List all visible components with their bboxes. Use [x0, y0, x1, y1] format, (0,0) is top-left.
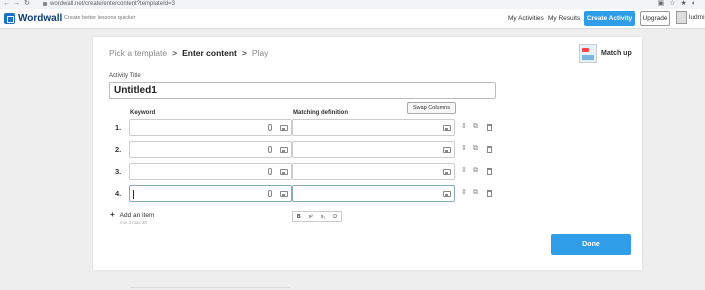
chevron-right-icon: >: [172, 48, 178, 58]
keyword-column-header: Keyword: [130, 110, 156, 116]
format-toolbar: B x² x₂ Ω: [292, 211, 342, 222]
row-number: 3.: [115, 167, 122, 176]
my-activities-link[interactable]: My Activities: [508, 15, 544, 22]
reorder-icon[interactable]: ⇕: [461, 122, 467, 132]
duplicate-icon[interactable]: ⧉: [473, 166, 478, 176]
add-item-button[interactable]: + Add an item: [110, 210, 154, 219]
breadcrumb: Pick a template > Enter content > Play: [109, 48, 268, 58]
microphone-icon[interactable]: [268, 124, 272, 131]
definition-input[interactable]: [292, 141, 455, 158]
create-activity-button[interactable]: Create Activity: [584, 11, 635, 26]
definition-input[interactable]: [292, 119, 455, 136]
template-name: Match up: [601, 50, 632, 57]
step-pick-template[interactable]: Pick a template: [109, 48, 167, 58]
definition-input[interactable]: [292, 163, 455, 180]
subscript-button[interactable]: x₂: [321, 214, 325, 220]
reorder-icon[interactable]: ⇕: [461, 144, 467, 154]
row-number: 2.: [115, 145, 122, 154]
reload-icon[interactable]: ↻: [24, 0, 30, 8]
keyword-input[interactable]: [129, 163, 292, 180]
image-icon[interactable]: [280, 191, 288, 197]
image-icon[interactable]: [443, 147, 451, 153]
bold-button[interactable]: B: [297, 214, 301, 220]
my-results-link[interactable]: My Results: [548, 15, 580, 22]
template-indicator[interactable]: Match up: [579, 44, 632, 63]
logo-text: Wordwall: [18, 13, 63, 24]
text-caret: [133, 190, 134, 199]
divider: [130, 287, 290, 288]
editor-card: Pick a template > Enter content > Play M…: [93, 37, 642, 270]
avatar: [676, 11, 687, 24]
wordwall-logo[interactable]: Wordwall: [4, 13, 62, 24]
forward-arrow-icon[interactable]: →: [13, 0, 20, 8]
image-icon[interactable]: [280, 125, 288, 131]
delete-icon[interactable]: [487, 168, 492, 175]
address-bar[interactable]: wordwall.net/create/entercontent?templat…: [50, 0, 175, 8]
browser-extension-icons[interactable]: ▣☆★◐: [658, 0, 701, 8]
reorder-icon[interactable]: ⇕: [461, 188, 467, 198]
image-icon[interactable]: [443, 191, 451, 197]
image-icon[interactable]: [443, 169, 451, 175]
top-navigation: Wordwall Create better lessons quicker M…: [0, 9, 705, 29]
superscript-button[interactable]: x²: [309, 214, 313, 220]
item-row-2: 2. ⇕ ⧉: [115, 141, 505, 158]
tagline: Create better lessons quicker: [64, 15, 136, 21]
symbol-button[interactable]: Ω: [333, 214, 337, 220]
duplicate-icon[interactable]: ⧉: [473, 188, 478, 198]
row-number: 1.: [115, 123, 122, 132]
browser-bar: ← → ↻ wordwall.net/create/entercontent?t…: [0, 0, 705, 9]
back-arrow-icon[interactable]: ←: [3, 0, 10, 8]
item-row-4: 4. ⇕ ⧉: [115, 185, 505, 202]
delete-icon[interactable]: [487, 124, 492, 131]
match-up-template-icon: [579, 44, 597, 63]
duplicate-icon[interactable]: ⧉: [473, 122, 478, 132]
microphone-icon[interactable]: [268, 190, 272, 197]
logo-icon: [4, 13, 15, 24]
definition-column-header: Matching definition: [293, 110, 348, 116]
keyword-input[interactable]: [129, 141, 292, 158]
activity-title-label: Activity Title: [109, 73, 141, 79]
item-limits: min 3 max 30: [120, 220, 148, 225]
delete-icon[interactable]: [487, 190, 492, 197]
plus-icon: +: [110, 210, 115, 219]
chevron-right-icon: >: [241, 48, 247, 58]
swap-columns-button[interactable]: Swap Columns: [407, 102, 456, 114]
item-row-3: 3. ⇕ ⧉: [115, 163, 505, 180]
step-play: Play: [251, 48, 269, 58]
activity-title-input[interactable]: Untitled1: [109, 82, 496, 99]
delete-icon[interactable]: [487, 146, 492, 153]
user-name: ludmi: [689, 14, 705, 21]
step-enter-content: Enter content: [182, 48, 237, 58]
reorder-icon[interactable]: ⇕: [461, 166, 467, 176]
image-icon[interactable]: [443, 125, 451, 131]
keyword-input[interactable]: [129, 185, 292, 202]
upgrade-button[interactable]: Upgrade: [640, 11, 670, 26]
row-number: 4.: [115, 189, 122, 198]
image-icon[interactable]: [280, 147, 288, 153]
image-icon[interactable]: [280, 169, 288, 175]
microphone-icon[interactable]: [268, 168, 272, 175]
item-row-1: 1. ⇕ ⧉: [115, 119, 505, 136]
lock-icon: [43, 2, 47, 6]
user-menu[interactable]: ludmi: [676, 11, 705, 24]
definition-input[interactable]: [292, 185, 455, 202]
microphone-icon[interactable]: [268, 146, 272, 153]
keyword-input[interactable]: [129, 119, 292, 136]
done-button[interactable]: Done: [551, 234, 631, 255]
duplicate-icon[interactable]: ⧉: [473, 144, 478, 154]
add-item-label: Add an item: [119, 212, 155, 219]
